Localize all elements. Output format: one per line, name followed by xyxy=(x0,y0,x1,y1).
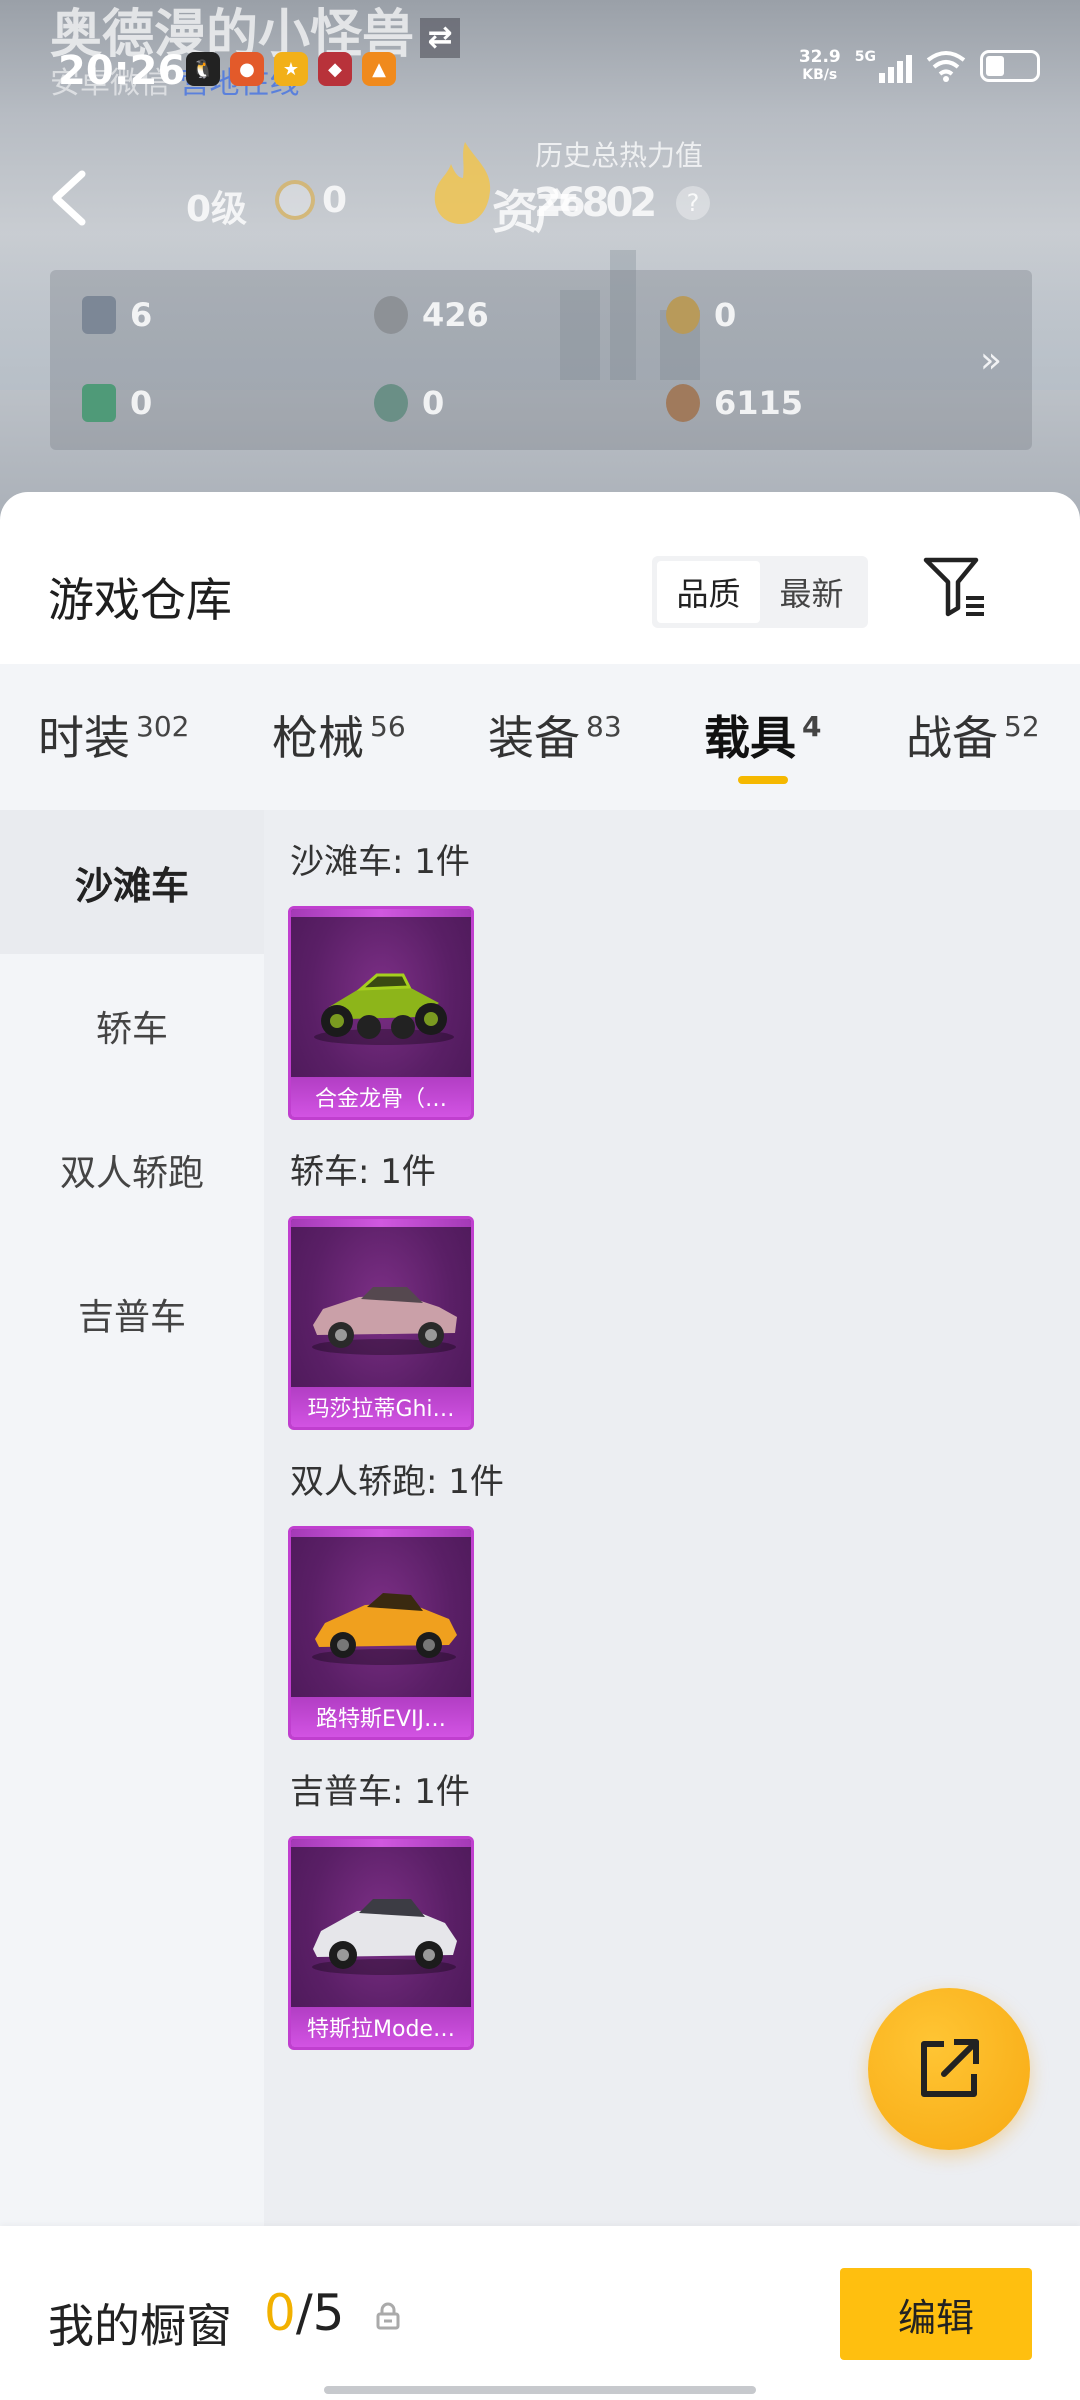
help-icon[interactable]: ? xyxy=(676,186,710,220)
filter-icon[interactable] xyxy=(920,552,990,622)
green-card-icon xyxy=(82,384,116,422)
vehicle-name: 合金龙骨（… xyxy=(291,1077,471,1117)
group-title: 双人轿跑: 1件 xyxy=(290,1462,504,1502)
asset-item: 0 xyxy=(82,384,152,422)
more-assets-icon[interactable]: » xyxy=(980,340,1002,381)
vehicle-name: 路特斯EVIJ… xyxy=(291,1697,471,1737)
buggy-image xyxy=(314,973,454,1045)
tab-supplies[interactable]: 战备 52 xyxy=(906,702,1040,768)
app-notification-icon: ● xyxy=(230,52,264,86)
tab-equipment[interactable]: 装备 83 xyxy=(488,702,622,768)
teal-coin-icon xyxy=(374,384,408,422)
lock-icon xyxy=(376,2302,400,2330)
vehicle-name: 特斯拉Mode… xyxy=(291,2007,471,2047)
status-indicators: 32.9 KB/s 5G xyxy=(799,48,1040,84)
tab-firearms[interactable]: 枪械 56 xyxy=(272,702,406,768)
app-notification-icon: ★ xyxy=(274,52,308,86)
warehouse-title: 游戏仓库 xyxy=(48,573,232,627)
tab-fashion[interactable]: 时装 302 xyxy=(38,702,189,768)
share-icon xyxy=(921,2039,979,2097)
home-indicator[interactable] xyxy=(324,2386,756,2394)
showcase-count: 0/5 xyxy=(264,2284,345,2342)
heat-value: 资产 26802 xyxy=(492,180,657,239)
sidebar-item-sedan[interactable]: 轿车 xyxy=(0,954,264,1098)
sort-quality-button[interactable]: 品质 xyxy=(657,561,760,623)
share-button[interactable] xyxy=(868,1988,1030,2150)
warehouse-header: 游戏仓库 品质 最新 xyxy=(0,492,1080,664)
rank-badge-value: 0 xyxy=(322,180,348,221)
silver-coin-icon xyxy=(374,296,408,334)
group-title: 轿车: 1件 xyxy=(290,1152,436,1192)
asset-item: 0 xyxy=(666,296,736,334)
vehicle-name: 玛莎拉蒂Ghi… xyxy=(291,1387,471,1427)
battery-icon xyxy=(980,50,1040,82)
sidebar-item-coupe[interactable]: 双人轿跑 xyxy=(0,1098,264,1242)
app-notification-icon: ◆ xyxy=(318,52,352,86)
group-title: 沙滩车: 1件 xyxy=(290,842,470,882)
sidebar-item-jeep[interactable]: 吉普车 xyxy=(0,1242,264,1386)
signal-icon: 5G xyxy=(855,49,912,83)
group-title: 吉普车: 1件 xyxy=(290,1772,470,1812)
back-icon[interactable] xyxy=(46,168,94,228)
category-tabs: 时装 302 枪械 56 装备 83 载具 4 战备 52 xyxy=(0,664,1080,810)
bronze-coin-icon xyxy=(666,384,700,422)
asset-item: 0 xyxy=(374,384,444,422)
edit-button[interactable]: 编辑 xyxy=(840,2268,1032,2360)
app-notification-icon: ▲ xyxy=(362,52,396,86)
sort-toggle: 品质 最新 xyxy=(652,556,868,628)
vehicle-card[interactable]: 路特斯EVIJ… xyxy=(288,1526,474,1740)
rank-badge-icon xyxy=(275,180,315,220)
sports-car-image xyxy=(312,1593,457,1665)
heat-label: 历史总热力值 xyxy=(535,139,704,172)
gold-emblem-icon xyxy=(666,296,700,334)
asset-item: 426 xyxy=(374,296,489,334)
asset-item: 6 xyxy=(82,296,152,334)
card-icon xyxy=(82,296,116,334)
qq-icon: 🐧 xyxy=(186,52,220,86)
status-time: 20:26 xyxy=(58,48,186,94)
wifi-icon xyxy=(926,51,966,82)
showcase-label: 我的橱窗 xyxy=(48,2299,232,2353)
vehicle-card[interactable]: 特斯拉Mode… xyxy=(288,1836,474,2050)
sort-latest-button[interactable]: 最新 xyxy=(760,561,863,623)
sidebar-item-beach-buggy[interactable]: 沙滩车 xyxy=(0,810,264,954)
subcategory-sidebar: 沙滩车 轿车 双人轿跑 吉普车 xyxy=(0,810,264,2226)
player-level: 0级 xyxy=(186,189,248,230)
asset-item: 6115 xyxy=(666,384,803,422)
profile-header: 奥德漫的小怪兽⇄ 安卓微信 营地在线 20:26 🐧 ● ★ ◆ ▲ 32.9 … xyxy=(0,0,1080,520)
assets-panel[interactable]: 6 426 0 0 0 6115 » xyxy=(50,270,1032,450)
vehicle-card[interactable]: 合金龙骨（… xyxy=(288,906,474,1120)
notification-icons: 🐧 ● ★ ◆ ▲ xyxy=(186,52,396,86)
showcase-bar: 我的橱窗 0/5 编辑 xyxy=(0,2226,1080,2400)
suv-image xyxy=(312,1899,457,1975)
network-speed: 32.9 KB/s xyxy=(798,47,841,83)
tab-vehicles[interactable]: 载具 4 xyxy=(704,702,821,768)
vehicle-card[interactable]: 玛莎拉蒂Ghi… xyxy=(288,1216,474,1430)
active-tab-indicator xyxy=(738,776,788,784)
swap-icon[interactable]: ⇄ xyxy=(420,18,461,58)
sedan-image xyxy=(312,1287,457,1355)
